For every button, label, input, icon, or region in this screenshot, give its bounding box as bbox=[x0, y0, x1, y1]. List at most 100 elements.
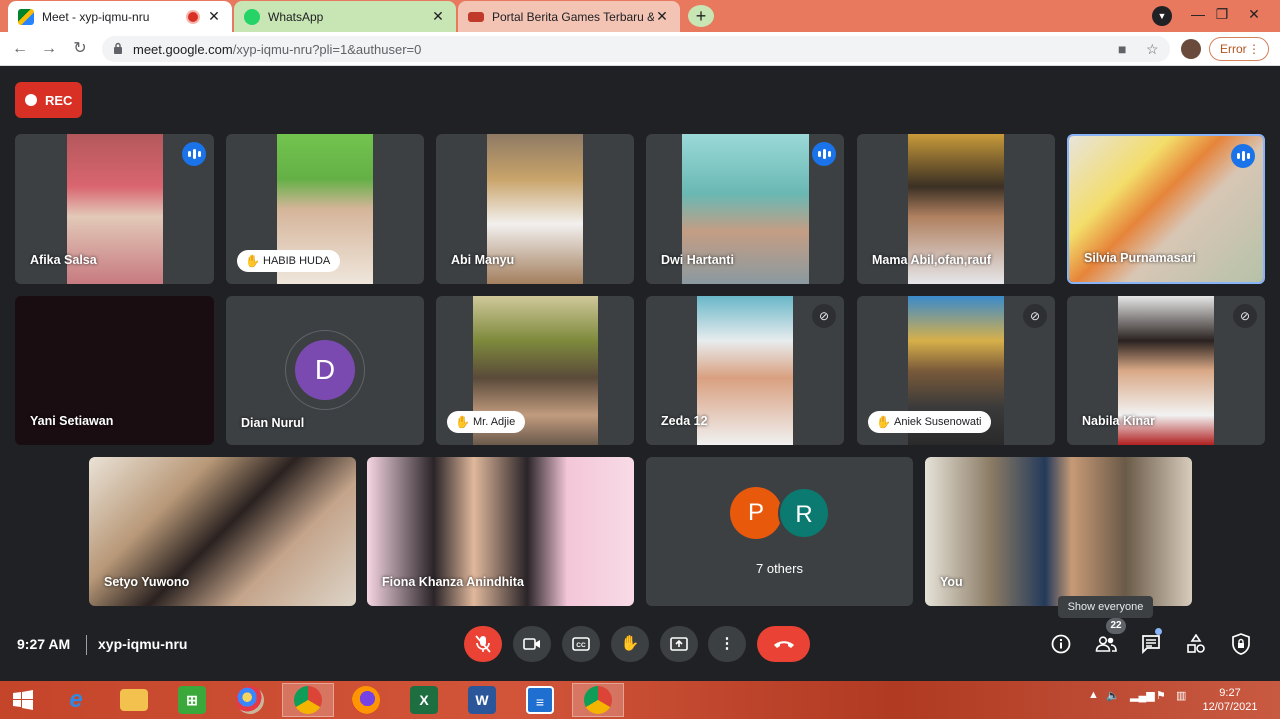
more-options-button[interactable]: ⋮ bbox=[708, 626, 746, 662]
video-feed bbox=[925, 457, 1192, 606]
host-controls-button[interactable] bbox=[1229, 632, 1253, 656]
network-icon[interactable]: ▥ bbox=[1176, 689, 1186, 702]
participant-tile[interactable]: ⊘ ✋ Aniek Susenowati bbox=[857, 296, 1055, 445]
word-icon: W bbox=[468, 686, 496, 714]
raised-hand-label: ✋ Mr. Adjie bbox=[447, 411, 526, 433]
paint-palette-icon bbox=[236, 686, 264, 714]
browser-toolbar: ← → ↻ meet.google.com/xyp-iqmu-nru?pli=1… bbox=[0, 32, 1280, 66]
raised-hand-icon: ✋ bbox=[455, 415, 470, 429]
meeting-code: xyp-iqmu-nru bbox=[98, 636, 188, 652]
taskbar-word[interactable]: W bbox=[456, 683, 508, 717]
url-text: meet.google.com/xyp-iqmu-nru?pli=1&authu… bbox=[133, 42, 421, 57]
tab-search-icon[interactable]: ▼ bbox=[1152, 6, 1172, 26]
activities-button[interactable] bbox=[1184, 632, 1208, 656]
profile-avatar[interactable] bbox=[1181, 39, 1201, 59]
raised-hand-icon: ✋ bbox=[876, 415, 891, 429]
reload-icon[interactable]: ↻ bbox=[69, 38, 91, 60]
bookmark-star-icon[interactable]: ☆ bbox=[1146, 41, 1159, 58]
taskbar-app[interactable]: ≡ bbox=[514, 683, 566, 717]
hand-icon: ✋ bbox=[620, 635, 640, 652]
signal-strength-icon[interactable]: ▂▄▆ bbox=[1130, 689, 1155, 702]
tab-portal-berita[interactable]: Portal Berita Games Terbaru & Te ✕ bbox=[458, 1, 680, 32]
restore-button[interactable]: ❐ bbox=[1204, 0, 1240, 32]
new-tab-button[interactable]: + bbox=[688, 5, 714, 27]
tab-portal-title: Portal Berita Games Terbaru & Te bbox=[492, 9, 654, 24]
participant-name: Zeda 12 bbox=[661, 414, 708, 428]
tab-whatsapp-close-icon[interactable]: ✕ bbox=[430, 8, 446, 25]
meeting-details-button[interactable] bbox=[1049, 632, 1073, 656]
tab-meet[interactable]: Meet - xyp-iqmu-nru ✕ bbox=[8, 1, 232, 32]
captions-button[interactable]: CC bbox=[562, 626, 600, 662]
camera-toggle-button[interactable] bbox=[513, 626, 551, 662]
chat-button[interactable] bbox=[1139, 628, 1163, 656]
browser-tab-bar: Meet - xyp-iqmu-nru ✕ WhatsApp ✕ Portal … bbox=[0, 0, 1280, 32]
participant-name: HABIB HUDA bbox=[263, 255, 331, 267]
mic-off-icon bbox=[475, 635, 491, 653]
participant-tile[interactable]: Fiona Khanza Anindhita bbox=[367, 457, 634, 606]
raise-hand-button[interactable]: ✋ bbox=[611, 626, 649, 662]
meeting-clock: 9:27 AM bbox=[17, 636, 71, 652]
close-window-button[interactable]: ✕ bbox=[1236, 0, 1272, 32]
participant-name: Afika Salsa bbox=[30, 253, 97, 267]
participant-tile[interactable]: ⊘ Nabila Kinar bbox=[1067, 296, 1265, 445]
shield-lock-icon bbox=[1232, 633, 1250, 655]
participant-tile-pinned[interactable]: Silvia Purnamasari bbox=[1067, 134, 1265, 284]
rec-label: REC bbox=[45, 92, 73, 108]
windows-logo-icon bbox=[13, 690, 33, 710]
taskbar-file-explorer[interactable] bbox=[108, 683, 160, 717]
taskbar-internet-explorer[interactable]: e bbox=[50, 683, 102, 717]
participant-tile[interactable]: Mama Abil,ofan,rauf bbox=[857, 134, 1055, 284]
muted-mic-icon: ⊘ bbox=[812, 304, 836, 328]
present-screen-button[interactable] bbox=[660, 626, 698, 662]
chat-icon bbox=[1142, 635, 1160, 655]
address-bar[interactable]: meet.google.com/xyp-iqmu-nru?pli=1&authu… bbox=[102, 36, 1170, 62]
show-everyone-button[interactable] bbox=[1094, 632, 1118, 656]
participant-tile[interactable]: Afika Salsa bbox=[15, 134, 214, 284]
avatar: R bbox=[778, 487, 830, 539]
participant-tile[interactable]: Yani Setiawan bbox=[15, 296, 214, 445]
participant-name: Dian Nurul bbox=[241, 416, 305, 430]
taskbar-chrome-1[interactable] bbox=[282, 683, 334, 717]
participant-tile[interactable]: D Dian Nurul bbox=[226, 296, 424, 445]
flag-icon[interactable]: ⚑ bbox=[1156, 689, 1166, 702]
url-path: /xyp-iqmu-nru?pli=1&authuser=0 bbox=[232, 42, 422, 57]
chrome-icon bbox=[584, 686, 612, 714]
participant-name: Silvia Purnamasari bbox=[1084, 251, 1196, 265]
participant-name: Nabila Kinar bbox=[1082, 414, 1155, 428]
taskbar-excel[interactable]: X bbox=[398, 683, 450, 717]
mic-toggle-button[interactable] bbox=[464, 626, 502, 662]
participant-tile[interactable]: ✋ Mr. Adjie bbox=[436, 296, 634, 445]
participant-tile[interactable]: ⊘ Zeda 12 bbox=[646, 296, 844, 445]
video-feed bbox=[697, 296, 793, 445]
participant-name: Setyo Yuwono bbox=[104, 575, 190, 589]
participant-tile[interactable]: Dwi Hartanti bbox=[646, 134, 844, 284]
tab-meet-close-icon[interactable]: ✕ bbox=[206, 8, 222, 25]
volume-icon[interactable]: 🔈 bbox=[1106, 689, 1120, 702]
taskbar-paint[interactable] bbox=[224, 683, 276, 717]
taskbar-firefox[interactable] bbox=[340, 683, 392, 717]
participant-tile[interactable]: Setyo Yuwono bbox=[89, 457, 356, 606]
camera-icon[interactable]: ■ bbox=[1118, 41, 1126, 57]
store-bag-icon: ⊞ bbox=[178, 686, 206, 714]
participant-name: Yani Setiawan bbox=[30, 414, 114, 428]
recording-badge: REC bbox=[15, 82, 82, 118]
taskbar-chrome-2[interactable] bbox=[572, 683, 624, 717]
back-arrow-icon[interactable]: ← bbox=[9, 38, 31, 60]
forward-arrow-icon[interactable]: → bbox=[38, 38, 60, 60]
self-tile[interactable]: You bbox=[925, 457, 1192, 606]
chrome-icon bbox=[294, 686, 322, 714]
participant-name: Fiona Khanza Anindhita bbox=[382, 575, 524, 589]
tab-portal-close-icon[interactable]: ✕ bbox=[654, 8, 670, 25]
others-tile[interactable]: P R 7 others bbox=[646, 457, 913, 606]
leave-call-button[interactable] bbox=[757, 626, 810, 662]
taskbar-clock[interactable]: 9:27 12/07/2021 bbox=[1200, 686, 1260, 714]
participant-tile[interactable]: ✋ HABIB HUDA bbox=[226, 134, 424, 284]
taskbar-store[interactable]: ⊞ bbox=[166, 683, 218, 717]
start-button[interactable] bbox=[0, 683, 46, 717]
tab-whatsapp[interactable]: WhatsApp ✕ bbox=[234, 1, 456, 32]
show-hidden-icons-icon[interactable]: ▲ bbox=[1088, 689, 1099, 701]
info-icon bbox=[1051, 634, 1071, 654]
error-button[interactable]: Error ⋮ bbox=[1209, 37, 1269, 61]
recording-dot-icon bbox=[188, 11, 198, 22]
participant-tile[interactable]: Abi Manyu bbox=[436, 134, 634, 284]
